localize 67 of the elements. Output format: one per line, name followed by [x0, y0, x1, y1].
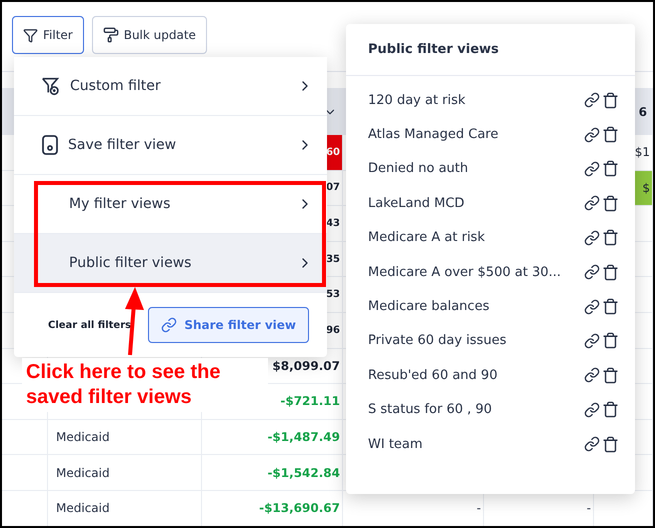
filter-view-name[interactable]: 120 day at risk: [368, 92, 582, 108]
link-icon[interactable]: [584, 92, 600, 108]
trash-icon[interactable]: [602, 229, 619, 246]
link-icon[interactable]: [584, 332, 600, 349]
amount-text: $: [642, 180, 650, 195]
filter-view-name[interactable]: S status for 60 , 90: [368, 402, 582, 418]
payer-text: Medicaid: [56, 430, 110, 444]
trash-icon[interactable]: [602, 332, 619, 350]
dash-text: -: [586, 501, 591, 516]
link-icon: [161, 317, 178, 333]
amount-text: -$721.11: [280, 394, 340, 408]
trash-icon[interactable]: [602, 366, 619, 384]
amount-text: 43: [326, 218, 340, 229]
trash-icon[interactable]: [602, 160, 619, 178]
paint-roller-icon: [102, 27, 119, 43]
menu-item[interactable]: Save filter view: [14, 116, 327, 175]
trash-icon[interactable]: [602, 401, 619, 418]
amount-text: $8,099.07: [272, 358, 340, 373]
trash-icon[interactable]: [602, 92, 619, 109]
filter-view-name[interactable]: Atlas Managed Care: [368, 127, 582, 142]
filter-view-name[interactable]: Denied no auth: [368, 161, 582, 176]
dash-text: -: [476, 501, 481, 516]
amount-text: -$1,487.49: [267, 430, 340, 444]
link-icon[interactable]: [584, 367, 600, 384]
amount-text: -$1,542.84: [267, 466, 340, 480]
menu-item[interactable]: Custom filter: [14, 57, 327, 116]
funnel-plus-icon: [40, 75, 62, 97]
amount-text: 35: [326, 254, 340, 265]
amount-text: -$13,690.67: [259, 501, 340, 516]
menu-item[interactable]: My filter views: [14, 175, 327, 234]
filter-view-name[interactable]: LakeLand MCD: [368, 196, 582, 211]
filter-view-name[interactable]: Medicare A over $500 at 30...: [368, 264, 582, 280]
amount-text: 07: [326, 182, 340, 194]
trash-icon[interactable]: [602, 298, 619, 316]
amount-text: 53: [326, 289, 340, 300]
trash-icon[interactable]: [602, 126, 619, 144]
trash-icon[interactable]: [602, 264, 619, 281]
panel-title: Public filter views: [346, 24, 635, 76]
amount-text: $1: [634, 145, 650, 160]
link-icon[interactable]: [584, 160, 600, 177]
amount-text: 96: [326, 324, 340, 336]
filter-view-name[interactable]: WI team: [368, 436, 582, 452]
link-icon[interactable]: [584, 126, 600, 143]
trash-icon[interactable]: [602, 436, 619, 453]
clear-all-filters-link[interactable]: Clear all filters: [48, 320, 132, 330]
file-icon: [40, 134, 60, 156]
payer-text: Medicaid: [56, 501, 110, 516]
amount-text: 60: [326, 146, 340, 158]
filter-button[interactable]: Filter: [12, 16, 84, 54]
share-filter-view-button[interactable]: Share filter view: [148, 307, 309, 343]
payer-text: Medicaid: [56, 466, 110, 480]
link-icon[interactable]: [584, 264, 600, 280]
menu-item[interactable]: Public filter views: [14, 234, 327, 293]
filter-view-name[interactable]: Medicare A at risk: [368, 230, 582, 246]
bulk-update-button[interactable]: Bulk update: [92, 16, 207, 54]
annotation-text: Click here to see the saved filter views: [22, 358, 268, 412]
link-icon[interactable]: [584, 195, 600, 212]
link-icon[interactable]: [584, 436, 600, 452]
filter-icon: [23, 28, 38, 42]
link-icon[interactable]: [584, 230, 600, 246]
filter-view-name[interactable]: Resub'ed 60 and 90: [368, 368, 582, 383]
trash-icon[interactable]: [602, 194, 619, 212]
filter-view-name[interactable]: Medicare balances: [368, 299, 582, 314]
link-icon[interactable]: [584, 402, 600, 418]
column-header: 6: [638, 104, 647, 118]
link-icon[interactable]: [584, 298, 600, 315]
filter-view-name[interactable]: Private 60 day issues: [368, 333, 582, 348]
